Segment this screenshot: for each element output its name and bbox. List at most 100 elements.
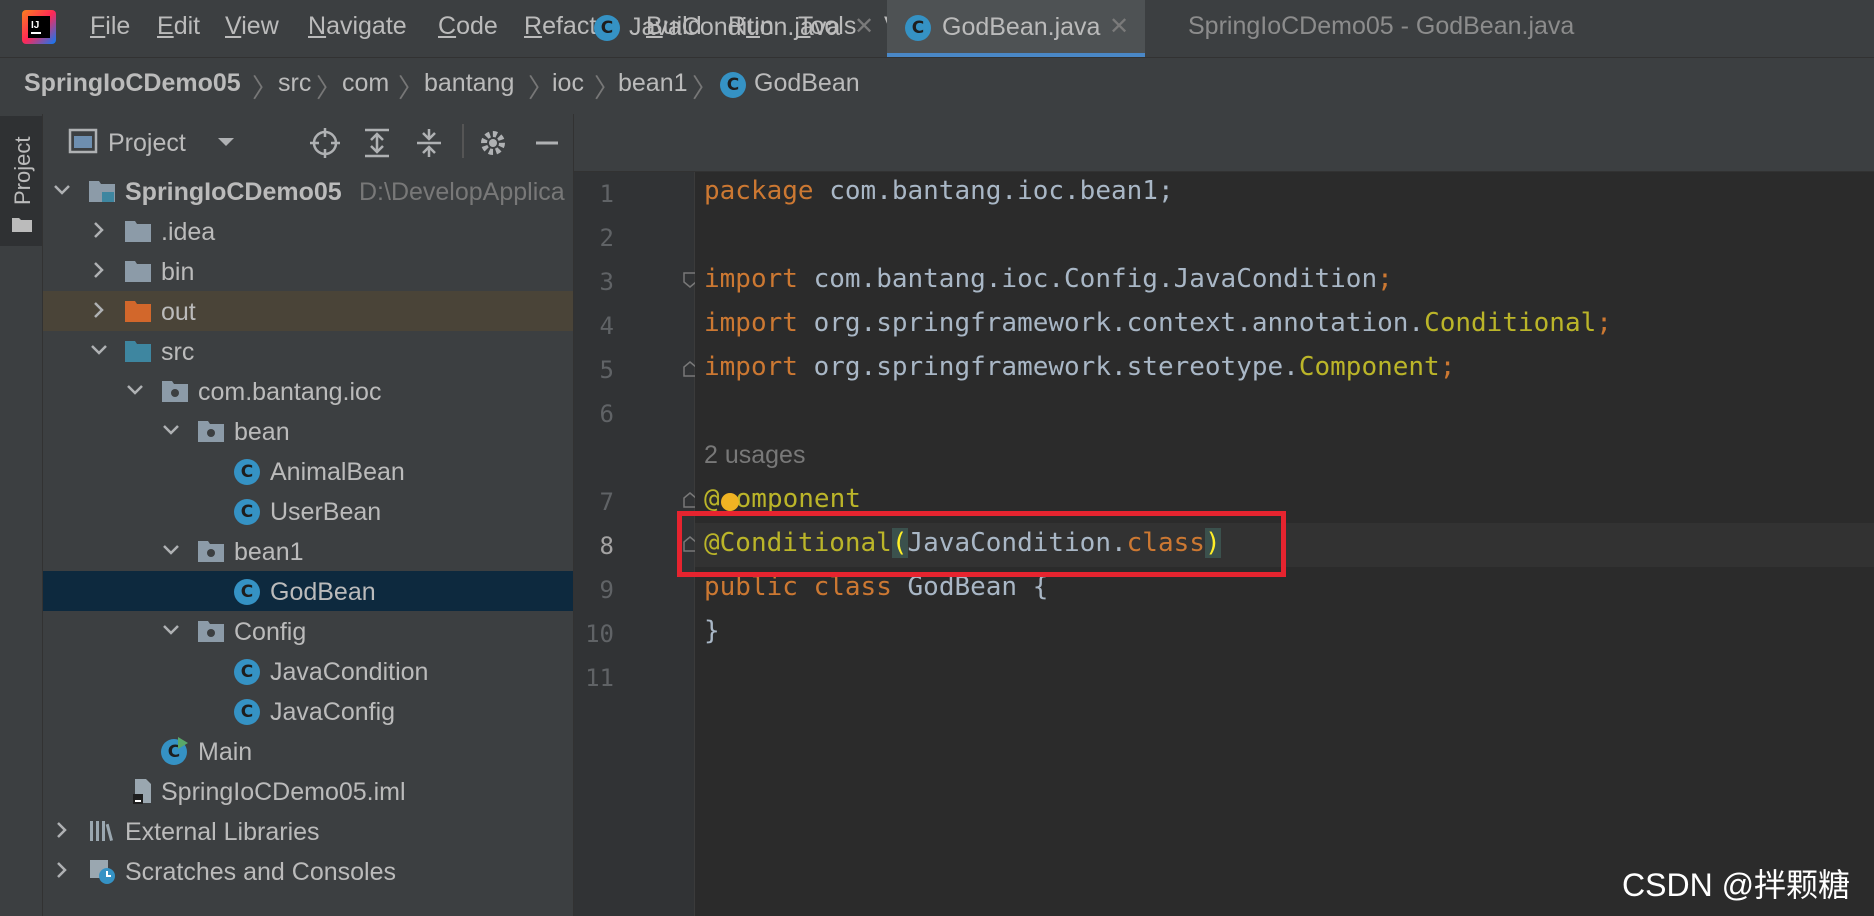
tree-item-folder-excluded[interactable]: out (43, 291, 573, 331)
minimize-icon[interactable] (530, 126, 564, 160)
chevron-right-icon (94, 222, 104, 238)
tree-item-class[interactable]: C AnimalBean (43, 451, 573, 491)
tree-item-package[interactable]: Config (43, 611, 573, 651)
code-line-5: import org.springframework.stereotype.Co… (704, 352, 1456, 382)
chevron-down-icon (54, 185, 70, 195)
tree-item-package[interactable]: com.bantang.ioc (43, 371, 573, 411)
collapse-all-icon[interactable] (412, 126, 446, 160)
chevron-right-icon (94, 302, 104, 318)
class-icon: C (234, 659, 260, 685)
menu-view[interactable]: View (225, 12, 279, 41)
highlight-annotation-box (677, 511, 1286, 577)
tree-item-libraries[interactable]: External Libraries (43, 811, 573, 851)
tree-item-class[interactable]: C UserBean (43, 491, 573, 531)
line-number-current: 8 (599, 532, 614, 560)
chevron-right-icon: 〉 (594, 73, 621, 103)
line-number: 11 (585, 664, 614, 692)
chevron-right-icon (57, 822, 67, 838)
libraries-icon (90, 821, 114, 841)
iml-file-icon (133, 779, 151, 804)
menu-file[interactable]: File (90, 12, 130, 41)
project-view-icon (68, 127, 98, 155)
folder-icon (125, 221, 151, 242)
editor-tab-bar (574, 114, 1874, 172)
class-icon: C (234, 459, 260, 485)
close-icon[interactable]: ✕ (1109, 12, 1129, 41)
chevron-right-icon: 〉 (252, 73, 279, 103)
editor-tab-label: JavaCondition.java (629, 13, 841, 41)
package-icon (198, 621, 224, 642)
gear-icon[interactable] (476, 126, 510, 160)
editor-tab-godbean[interactable]: C GodBean.java ✕ (887, 0, 1145, 57)
breadcrumb-bantang[interactable]: bantang (424, 69, 514, 98)
locate-target-icon[interactable] (308, 126, 342, 160)
breadcrumb-project[interactable]: SpringIoCDemo05 (24, 69, 241, 98)
intention-bulb-icon[interactable] (721, 493, 739, 511)
breadcrumb-godbean[interactable]: GodBean (754, 69, 860, 98)
tree-item-label: Main (198, 738, 253, 766)
folder-icon (125, 261, 151, 282)
expand-all-icon[interactable] (360, 126, 394, 160)
project-view-title[interactable]: Project (108, 129, 186, 158)
project-tool-tab-label[interactable]: Project (10, 137, 36, 205)
code-line-3: import com.bantang.ioc.Config.JavaCondit… (704, 264, 1393, 294)
class-icon: C (234, 579, 260, 605)
menu-code[interactable]: Code (438, 12, 498, 41)
tree-item-module[interactable]: SpringIoCDemo05 D:\DevelopApplica (43, 171, 573, 211)
toolbar-divider (462, 124, 464, 158)
tree-item-main-class[interactable]: C Main (43, 731, 573, 771)
tree-item-class[interactable]: C JavaCondition (43, 651, 573, 691)
chevron-right-icon: 〉 (528, 73, 555, 103)
tree-item-label: bin (161, 258, 195, 286)
tree-item-folder-src[interactable]: src (43, 331, 573, 371)
package-icon (198, 421, 224, 442)
chevron-right-icon: 〉 (316, 73, 343, 103)
source-folder-icon (125, 341, 151, 362)
tree-item-label: com.bantang.ioc (198, 378, 382, 406)
module-folder-icon (89, 181, 115, 202)
package-icon (162, 381, 188, 402)
close-icon[interactable]: ✕ (854, 12, 874, 41)
breadcrumb-ioc[interactable]: ioc (552, 69, 584, 98)
class-icon: C (234, 499, 260, 525)
tree-item-label: Scratches and Consoles (125, 858, 396, 886)
scratches-icon (90, 860, 115, 884)
tree-item-label: SpringIoCDemo05.iml (161, 778, 406, 806)
breadcrumb-src[interactable]: src (278, 69, 311, 98)
chevron-right-icon (57, 862, 67, 878)
editor-tab-javacondition[interactable]: C JavaCondition.java ✕ (574, 0, 886, 57)
usages-inlay-hint[interactable]: 2 usages (704, 441, 805, 470)
tree-item-folder[interactable]: .idea (43, 211, 573, 251)
tree-item-label: bean1 (234, 538, 304, 566)
menu-edit[interactable]: Edit (157, 12, 200, 41)
tree-item-class[interactable]: C JavaConfig (43, 691, 573, 731)
watermark: CSDN @拌颗糖 (1622, 867, 1851, 903)
tree-item-iml[interactable]: SpringIoCDemo05.iml (43, 771, 573, 811)
breadcrumb-bean1[interactable]: bean1 (618, 69, 688, 98)
tree-item-label: bean (234, 418, 290, 446)
tree-item-class-selected[interactable]: C GodBean (43, 571, 573, 611)
intellij-logo-icon[interactable]: IJ (22, 10, 56, 44)
chevron-down-icon (127, 385, 143, 395)
line-number: 3 (599, 268, 614, 296)
menu-navigate[interactable]: Navigate (308, 12, 407, 41)
tree-item-folder[interactable]: bin (43, 251, 573, 291)
package-icon (198, 541, 224, 562)
code-line-1: package com.bantang.ioc.bean1; (704, 176, 1174, 206)
dropdown-arrow-icon[interactable] (214, 132, 238, 152)
tree-item-package[interactable]: bean1 (43, 531, 573, 571)
tree-item-scratches[interactable]: Scratches and Consoles (43, 851, 573, 891)
line-number: 1 (599, 180, 614, 208)
tree-item-label: JavaCondition (270, 658, 429, 686)
class-icon: C (234, 699, 260, 725)
tree-item-label: Config (234, 618, 307, 646)
line-number: 2 (599, 224, 614, 252)
tree-item-label: .idea (161, 218, 216, 246)
tree-item-label: AnimalBean (270, 458, 405, 486)
breadcrumb-com[interactable]: com (342, 69, 389, 98)
folder-icon (12, 216, 32, 232)
line-number: 4 (599, 312, 614, 340)
chevron-right-icon: 〉 (692, 73, 719, 103)
tree-item-package[interactable]: bean (43, 411, 573, 451)
chevron-down-icon (163, 545, 179, 555)
